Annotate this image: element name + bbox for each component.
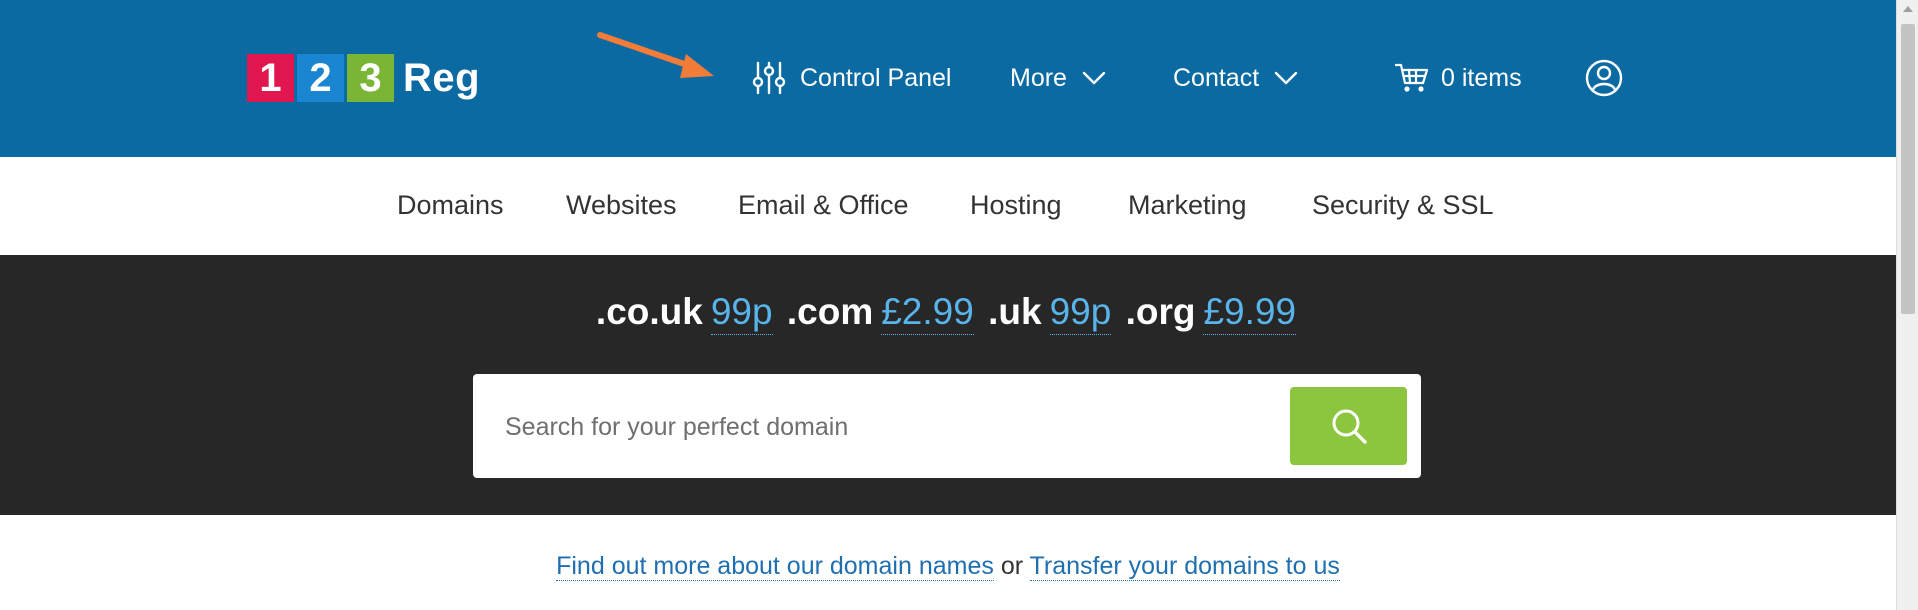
category-nav: Domains Websites Email & Office Hosting … [0,157,1896,255]
logo[interactable]: 1 2 3 Reg [247,53,480,103]
contact-label: Contact [1173,63,1260,92]
logo-digit-3: 3 [347,54,394,102]
domain-search-input[interactable] [503,402,1207,452]
logo-word: Reg [403,55,481,100]
control-panel-link[interactable]: Control Panel [752,58,951,98]
user-icon [1585,59,1623,97]
logo-digit-1: 1 [247,54,294,102]
subnav-item-websites[interactable]: Websites [566,190,677,221]
domain-search-band: .co.uk 99p .com £2.99 .uk 99p .org £9.99 [0,255,1896,515]
subnav-item-email-office[interactable]: Email & Office [738,190,909,221]
tld-name: .com [786,291,874,332]
sliders-icon [752,61,786,95]
cart-link[interactable]: 0 items [1395,58,1522,98]
page-scrollbar[interactable] [1896,0,1918,610]
scroll-up-icon[interactable] [1903,6,1913,12]
chevron-down-icon [1274,71,1298,85]
tld-name: .co.uk [595,291,703,332]
subnav-item-marketing[interactable]: Marketing [1128,190,1247,221]
search-icon [1332,409,1367,444]
tld-price-link[interactable]: £2.99 [881,291,974,335]
tld-name: .uk [988,291,1042,332]
domain-links: Find out more about our domain names or … [0,552,1896,581]
top-header: 1 2 3 Reg Control Panel More Contact 0 i… [0,0,1896,157]
tld-price-link[interactable]: 99p [710,291,773,335]
tld-price-strip: .co.uk 99p .com £2.99 .uk 99p .org £9.99 [0,291,1896,335]
scrollbar-thumb[interactable] [1901,24,1915,314]
subnav-item-hosting[interactable]: Hosting [970,190,1062,221]
account-button[interactable] [1585,58,1623,98]
subnav-item-security-ssl[interactable]: Security & SSL [1312,190,1494,221]
transfer-domains-link[interactable]: Transfer your domains to us [1029,552,1340,581]
logo-digit-2: 2 [297,54,344,102]
more-label: More [1010,63,1067,92]
contact-menu[interactable]: Contact [1173,58,1299,98]
page: 1 2 3 Reg Control Panel More Contact 0 i… [0,0,1896,610]
annotation-arrow-icon [597,32,714,78]
tld-price-link[interactable]: £9.99 [1203,291,1297,335]
cart-icon [1395,63,1429,92]
tld-name: .org [1125,291,1196,332]
control-panel-label: Control Panel [800,63,952,92]
tld-price-link[interactable]: 99p [1049,291,1112,335]
more-menu[interactable]: More [1010,58,1107,98]
search-button[interactable] [1290,387,1407,465]
domain-names-link[interactable]: Find out more about our domain names [556,552,994,581]
domain-search-box [473,374,1421,478]
subnav-item-domains[interactable]: Domains [397,190,504,221]
cart-label: 0 items [1441,63,1522,92]
connector-text: or [1000,552,1024,580]
chevron-down-icon [1082,71,1106,85]
